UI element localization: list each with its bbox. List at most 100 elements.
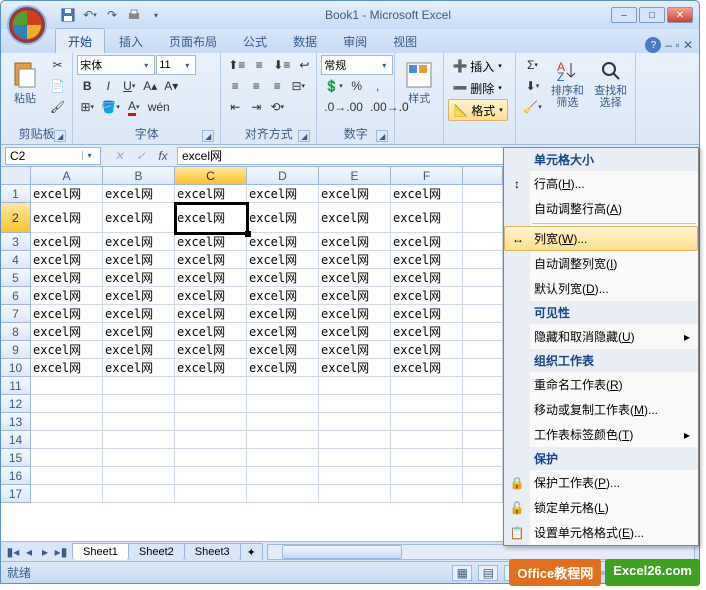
cell[interactable] (103, 467, 175, 485)
fx-icon[interactable]: fx (153, 147, 173, 165)
paste-button[interactable]: 粘贴 (5, 55, 45, 109)
underline-icon[interactable]: U▾ (119, 76, 139, 96)
cell[interactable] (31, 413, 103, 431)
format-cells-button[interactable]: 📐格式▾ (448, 99, 508, 121)
cell[interactable]: excel网 (391, 185, 463, 203)
cell[interactable]: excel网 (247, 251, 319, 269)
cell[interactable]: excel网 (31, 359, 103, 377)
menu-item[interactable]: 自动调整列宽(I) (504, 251, 698, 276)
cell[interactable] (247, 449, 319, 467)
align-right-icon[interactable]: ≡ (267, 76, 287, 96)
cell[interactable]: excel网 (247, 233, 319, 251)
cell[interactable]: excel网 (31, 305, 103, 323)
menu-item[interactable]: 隐藏和取消隐藏(U)▸ (504, 324, 698, 349)
menu-item[interactable]: 重命名工作表(R) (504, 372, 698, 397)
print-icon[interactable] (125, 6, 143, 24)
cell[interactable]: excel网 (175, 251, 247, 269)
row-header-2[interactable]: 2 (1, 203, 31, 233)
cell[interactable]: excel网 (391, 233, 463, 251)
phonetic-icon[interactable]: wén (145, 97, 173, 117)
sheet-tab-1[interactable]: Sheet1 (72, 543, 129, 560)
cell[interactable] (103, 395, 175, 413)
col-header-F[interactable]: F (391, 167, 463, 185)
cell[interactable] (175, 467, 247, 485)
cells-area[interactable]: excel网excel网excel网excel网excel网excel网exce… (31, 185, 543, 503)
cell[interactable]: excel网 (103, 203, 175, 233)
cell[interactable]: excel网 (175, 359, 247, 377)
prev-sheet-icon[interactable]: ◂ (21, 544, 37, 560)
col-header-D[interactable]: D (247, 167, 319, 185)
cell[interactable]: excel网 (319, 323, 391, 341)
row-header-16[interactable]: 16 (1, 467, 31, 485)
row-header-3[interactable]: 3 (1, 233, 31, 251)
align-middle-icon[interactable]: ≡ (249, 55, 269, 75)
help-icon[interactable]: ? (645, 37, 661, 53)
cell[interactable] (319, 485, 391, 503)
cell[interactable] (175, 377, 247, 395)
cell[interactable]: excel网 (319, 305, 391, 323)
tab-data[interactable]: 数据 (281, 29, 329, 53)
bold-icon[interactable]: B (77, 76, 97, 96)
merge-icon[interactable]: ⊟▾ (288, 76, 308, 96)
cell[interactable] (391, 377, 463, 395)
save-icon[interactable] (59, 6, 77, 24)
cell[interactable]: excel网 (319, 185, 391, 203)
cancel-formula-icon[interactable]: ✕ (109, 147, 129, 165)
cell[interactable] (391, 467, 463, 485)
cell[interactable]: excel网 (247, 359, 319, 377)
cell[interactable] (247, 431, 319, 449)
page-layout-view-icon[interactable]: ▤ (478, 565, 498, 581)
cell[interactable] (175, 449, 247, 467)
redo-icon[interactable]: ↷ (103, 6, 121, 24)
cell[interactable] (31, 377, 103, 395)
menu-item[interactable]: 🔒保护工作表(P)... (504, 470, 698, 495)
cell[interactable]: excel网 (391, 287, 463, 305)
col-header-E[interactable]: E (319, 167, 391, 185)
cell[interactable]: excel网 (31, 233, 103, 251)
currency-icon[interactable]: 💲▾ (321, 76, 345, 96)
cell[interactable]: excel网 (319, 269, 391, 287)
cell[interactable] (103, 413, 175, 431)
cell[interactable]: excel网 (391, 359, 463, 377)
row-header-15[interactable]: 15 (1, 449, 31, 467)
find-select-button[interactable]: 查找和 选择 (590, 55, 631, 113)
undo-icon[interactable]: ↶▾ (81, 6, 99, 24)
sheet-tab-2[interactable]: Sheet2 (128, 543, 185, 560)
cell[interactable]: excel网 (31, 341, 103, 359)
cell[interactable]: excel网 (319, 233, 391, 251)
menu-item[interactable]: 🔓锁定单元格(L) (504, 495, 698, 520)
last-sheet-icon[interactable]: ▸▮ (53, 544, 69, 560)
menu-item[interactable]: 工作表标签颜色(T)▸ (504, 422, 698, 447)
delete-cells-button[interactable]: ➖删除▾ (448, 77, 506, 99)
border-icon[interactable]: ⊞▾ (77, 97, 97, 117)
cell[interactable]: excel网 (175, 269, 247, 287)
row-header-10[interactable]: 10 (1, 359, 31, 377)
new-sheet-icon[interactable]: ✦ (240, 543, 263, 561)
qat-customize-icon[interactable]: ▾ (147, 6, 165, 24)
menu-item[interactable]: 默认列宽(D)... (504, 276, 698, 301)
cell[interactable]: excel网 (319, 341, 391, 359)
cell[interactable]: excel网 (31, 287, 103, 305)
row-header-1[interactable]: 1 (1, 185, 31, 203)
cell[interactable]: excel网 (175, 323, 247, 341)
ribbon-minimize-icon[interactable]: – ▫ ✕ (665, 38, 693, 52)
cell[interactable] (391, 431, 463, 449)
cell[interactable]: excel网 (103, 359, 175, 377)
cell[interactable]: excel网 (319, 287, 391, 305)
minimize-button[interactable]: – (611, 7, 637, 23)
clear-icon[interactable]: 🧹▾ (520, 97, 544, 117)
tab-view[interactable]: 视图 (381, 29, 429, 53)
copy-icon[interactable]: 📄 (47, 76, 68, 96)
cell[interactable]: excel网 (31, 203, 103, 233)
cell[interactable] (175, 395, 247, 413)
cell[interactable]: excel网 (175, 341, 247, 359)
cell[interactable]: excel网 (391, 341, 463, 359)
row-header-14[interactable]: 14 (1, 431, 31, 449)
cell[interactable] (247, 467, 319, 485)
cell[interactable]: excel网 (391, 203, 463, 233)
cell[interactable]: excel网 (103, 185, 175, 203)
cell[interactable]: excel网 (103, 269, 175, 287)
font-color-icon[interactable]: A▾ (124, 97, 144, 117)
align-top-icon[interactable]: ⬆≡ (225, 55, 248, 75)
cell[interactable] (319, 377, 391, 395)
